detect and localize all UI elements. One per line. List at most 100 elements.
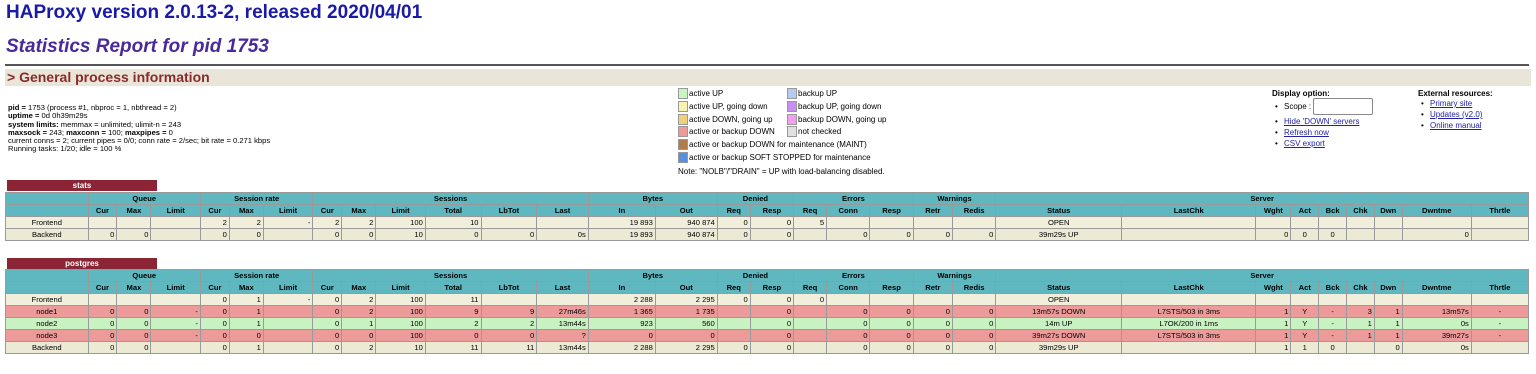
table-cell bbox=[1401, 293, 1472, 306]
stats-table: Queue Session rate Sessions Bytes Denied Erro… bbox=[5, 192, 1530, 241]
column-header: Bck bbox=[1318, 204, 1348, 217]
column-header: Redis bbox=[951, 281, 997, 294]
group-header: Denied bbox=[716, 192, 795, 205]
table-row: Frontend 2 2-2 2 100 10 19 893 940 874 0 0 5 OPEN bbox=[5, 216, 1530, 229]
table-cell: 1 bbox=[1346, 329, 1375, 342]
table-cell: - bbox=[1470, 317, 1530, 330]
legend-item: active DOWN, going up bbox=[678, 113, 773, 126]
table-cell: - bbox=[1318, 329, 1348, 342]
table-cell: L7OK/200 in 1ms bbox=[1121, 317, 1257, 330]
table-cell: - bbox=[150, 329, 201, 342]
column-header: Max bbox=[228, 204, 264, 217]
table-cell bbox=[116, 216, 152, 229]
table-cell: 0s bbox=[1401, 341, 1472, 354]
table-cell: 1 bbox=[1373, 317, 1403, 330]
refresh-now-link[interactable]: Refresh now bbox=[1284, 128, 1329, 137]
legend-swatch bbox=[678, 113, 688, 125]
column-header: Max bbox=[341, 204, 377, 217]
table-cell: 0 bbox=[1318, 341, 1348, 354]
table-cell bbox=[951, 216, 997, 229]
group-header: Queue bbox=[87, 269, 201, 282]
column-header: Req bbox=[716, 281, 751, 294]
group-header: Errors bbox=[793, 192, 914, 205]
table-cell: 39m29s UP bbox=[995, 228, 1123, 241]
legend-swatch bbox=[787, 88, 797, 99]
row-name: Backend bbox=[5, 341, 89, 354]
table-cell: - bbox=[1318, 305, 1348, 318]
table-cell bbox=[951, 293, 997, 306]
column-header: Max bbox=[228, 281, 264, 294]
table-cell: 100 bbox=[375, 329, 426, 342]
table-cell: 0 bbox=[1290, 228, 1320, 241]
table-cell: 0 bbox=[199, 341, 230, 354]
table-cell: 0 bbox=[87, 341, 118, 354]
table-cell: 13m44s bbox=[536, 341, 589, 354]
table-cell bbox=[716, 305, 751, 318]
postgres-table: Queue Session rate Sessions Bytes Denied Erro… bbox=[5, 269, 1530, 354]
scope-input[interactable] bbox=[1313, 98, 1374, 116]
table-cell: 0 bbox=[1318, 228, 1348, 241]
table-cell: 0 bbox=[869, 305, 914, 318]
table-cell: 0 bbox=[716, 293, 751, 306]
column-header: Chk bbox=[1346, 204, 1375, 217]
table-row: Frontend 0 1-0 2 100 11 2 288 2 295 0 0 0 OPEN bbox=[5, 293, 1530, 306]
group-header: Warnings bbox=[912, 269, 997, 282]
proxy-name-postgres: postgres bbox=[7, 258, 157, 269]
table-cell: 0 bbox=[199, 329, 230, 342]
legend-item: active UP, going down bbox=[678, 100, 768, 113]
table-cell: 13m44s bbox=[536, 317, 589, 330]
legend-label: active or backup SOFT STOPPED for mainte… bbox=[689, 153, 871, 162]
table-cell: 0 bbox=[312, 341, 343, 354]
column-header: Cur bbox=[312, 204, 343, 217]
table-cell: 0 bbox=[951, 341, 997, 354]
table-cell: - bbox=[1470, 305, 1530, 318]
table-cell: 0 bbox=[951, 317, 997, 330]
csv-export-link[interactable]: CSV export bbox=[1284, 139, 1325, 148]
table-cell: 0 bbox=[869, 228, 914, 241]
column-header: Conn bbox=[826, 204, 871, 217]
table-cell: 1 bbox=[228, 305, 264, 318]
table-cell: 0 bbox=[793, 293, 828, 306]
table-cell bbox=[1470, 293, 1530, 306]
table-cell bbox=[150, 228, 201, 241]
legend-label: not checked bbox=[798, 127, 842, 137]
table-row: Backend 0 0 0 1 0 2 10 11 11 13m44s 2 288 2 295 0 0 0 0 0… bbox=[5, 341, 1530, 354]
legend-item: active or backup DOWN bbox=[678, 126, 775, 138]
table-cell: 0 bbox=[912, 305, 953, 318]
primary-site-link[interactable]: Primary site bbox=[1430, 99, 1472, 108]
column-header: Cur bbox=[199, 204, 230, 217]
hide-down-servers-link[interactable]: Hide 'DOWN' servers bbox=[1284, 117, 1360, 126]
column-header: Act bbox=[1290, 281, 1320, 294]
column-header: Limit bbox=[150, 204, 201, 217]
table-cell: 0 bbox=[749, 329, 795, 342]
table-cell bbox=[116, 293, 152, 306]
table-cell: 11 bbox=[424, 293, 482, 306]
table-cell: 2 bbox=[341, 341, 377, 354]
table-cell: 2 bbox=[480, 317, 538, 330]
table-cell bbox=[1470, 216, 1530, 229]
table-cell: 0 bbox=[749, 216, 795, 229]
table-cell bbox=[826, 216, 871, 229]
legend-label: active DOWN, going up bbox=[689, 114, 773, 124]
updates-link[interactable]: Updates (v2.0) bbox=[1430, 110, 1482, 119]
table-cell: 0 bbox=[116, 317, 152, 330]
column-header: Thrtle bbox=[1470, 281, 1530, 294]
column-header: Chk bbox=[1346, 281, 1375, 294]
table-cell bbox=[826, 293, 871, 306]
table-cell: 2 bbox=[312, 216, 343, 229]
table-cell bbox=[1121, 341, 1257, 354]
table-cell bbox=[793, 341, 828, 354]
table-cell: - bbox=[150, 317, 201, 330]
online-manual-link[interactable]: Online manual bbox=[1430, 121, 1482, 130]
table-cell: 940 874 bbox=[654, 228, 718, 241]
table-cell: 14m UP bbox=[995, 317, 1123, 330]
table-cell: L7STS/503 in 3ms bbox=[1121, 329, 1257, 342]
table-cell: 0 bbox=[1373, 341, 1403, 354]
table-cell: 5 bbox=[793, 216, 828, 229]
table-cell: 0 bbox=[87, 228, 118, 241]
column-header: Last bbox=[536, 204, 589, 217]
table-cell bbox=[1318, 293, 1348, 306]
table-cell: 923 bbox=[587, 317, 656, 330]
table-cell bbox=[1255, 293, 1292, 306]
table-cell: 3 bbox=[1346, 305, 1375, 318]
